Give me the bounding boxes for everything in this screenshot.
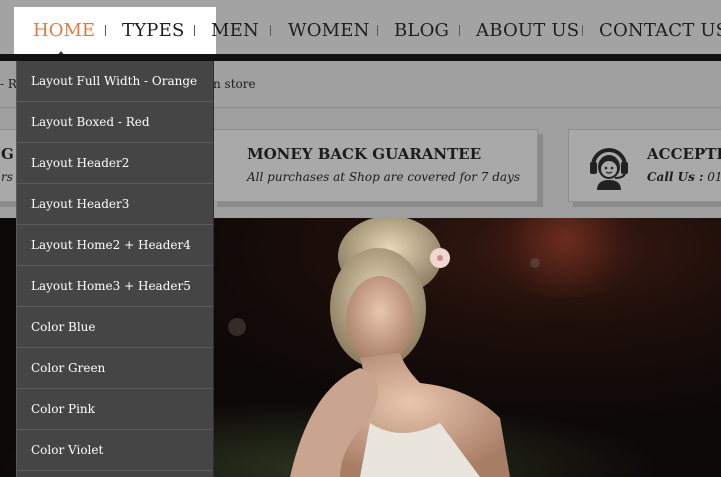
dropdown-item[interactable]: Color Green	[17, 348, 213, 389]
support-agent-icon	[590, 148, 628, 190]
hero-woman-figure	[290, 218, 510, 477]
nav-item-about-us[interactable]: ABOUT US	[476, 20, 579, 41]
dropdown-item[interactable]: Color Violet	[17, 430, 213, 471]
feature-subtitle: Call Us : 012	[647, 170, 721, 184]
call-us-number: 012	[707, 170, 721, 184]
feature-title: ACCEPTI	[647, 145, 721, 163]
home-dropdown-menu: Layout Full Width - Orange Layout Boxed …	[16, 61, 214, 477]
dropdown-item[interactable]: Color Blue	[17, 307, 213, 348]
dropdown-item-label: Color Pink	[31, 402, 95, 416]
dropdown-item-label: Layout Home3 + Header5	[31, 279, 191, 293]
feature-subtitle: All purchases at Shop are covered for 7 …	[247, 170, 521, 184]
dropdown-item[interactable]: Layout Header3	[17, 184, 213, 225]
nav-bottom-bar	[0, 54, 721, 61]
dropdown-item[interactable]: Layout Home3 + Header5	[17, 266, 213, 307]
dropdown-item-label: Layout Boxed - Red	[31, 115, 150, 129]
nav-separator	[459, 25, 460, 36]
nav-separator	[270, 25, 271, 36]
dropdown-item[interactable]: Layout Boxed - Red	[17, 102, 213, 143]
nav-item-types[interactable]: TYPES	[122, 20, 184, 41]
dropdown-item-label: Layout Home2 + Header4	[31, 238, 191, 252]
nav-separator	[377, 25, 378, 36]
nav-item-home[interactable]: HOME	[33, 20, 95, 41]
dropdown-item-label: Layout Header2	[31, 156, 130, 170]
nav-item-men[interactable]: MEN	[211, 20, 259, 41]
dropdown-item[interactable]: Color Pink	[17, 389, 213, 430]
nav-item-contact-us[interactable]: CONTACT US	[599, 20, 721, 41]
dropdown-item-label: Color Green	[31, 361, 106, 375]
main-nav: HOME TYPES MEN WOMEN BLOG ABOUT US CONTA…	[0, 0, 721, 58]
nav-separator	[105, 25, 106, 36]
nav-item-women[interactable]: WOMEN	[288, 20, 370, 41]
dropdown-item-label: Color Violet	[31, 443, 104, 457]
dropdown-item-label: Color Blue	[31, 320, 96, 334]
nav-separator	[582, 25, 583, 36]
hero-bokeh	[228, 318, 246, 336]
dropdown-item-label: Layout Full Width - Orange	[31, 74, 198, 88]
feature-box-money-back: MONEY BACK GUARANTEE All purchases at Sh…	[212, 129, 538, 202]
dropdown-item[interactable]: Layout Home2 + Header4	[17, 225, 213, 266]
dropdown-item[interactable]: Layout Full Width - Orange	[17, 61, 213, 102]
call-us-label: Call Us :	[647, 170, 704, 184]
dropdown-item-label: Layout Header3	[31, 197, 130, 211]
feature-box-support: ACCEPTI Call Us : 012	[568, 129, 721, 202]
nav-separator	[194, 25, 195, 36]
dropdown-item[interactable]: Layout Header2	[17, 143, 213, 184]
breadcrumb-text-right: n store	[213, 77, 256, 91]
feature-title: MONEY BACK GUARANTEE	[247, 145, 482, 163]
nav-item-blog[interactable]: BLOG	[394, 20, 449, 41]
